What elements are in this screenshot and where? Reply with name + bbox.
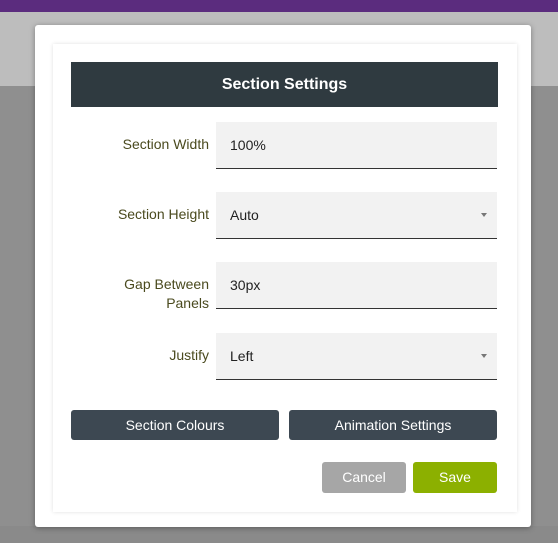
animation-settings-button[interactable]: Animation Settings (289, 410, 497, 440)
justify-label: Justify (169, 347, 209, 363)
gap-between-panels-label-line2: Panels (166, 295, 209, 311)
chevron-down-icon (481, 354, 487, 358)
app-top-bar (0, 0, 558, 12)
justify-value: Left (230, 348, 254, 364)
section-width-value: 100% (230, 137, 266, 153)
section-height-value: Auto (230, 207, 259, 223)
section-width-label: Section Width (122, 136, 209, 152)
justify-select[interactable]: Left (216, 333, 497, 380)
section-height-select[interactable]: Auto (216, 192, 497, 239)
save-button[interactable]: Save (413, 462, 497, 493)
dialog-title: Section Settings (71, 62, 498, 107)
gap-between-panels-input[interactable]: 30px (216, 262, 497, 309)
section-width-input[interactable]: 100% (216, 122, 497, 169)
app-backdrop-bottom (0, 526, 558, 543)
gap-between-panels-value: 30px (230, 277, 261, 293)
cancel-button[interactable]: Cancel (322, 462, 406, 493)
section-height-label: Section Height (117, 206, 209, 222)
section-colours-button[interactable]: Section Colours (71, 410, 279, 440)
gap-between-panels-label-line1: Gap Between (124, 276, 209, 292)
chevron-down-icon (481, 213, 487, 217)
